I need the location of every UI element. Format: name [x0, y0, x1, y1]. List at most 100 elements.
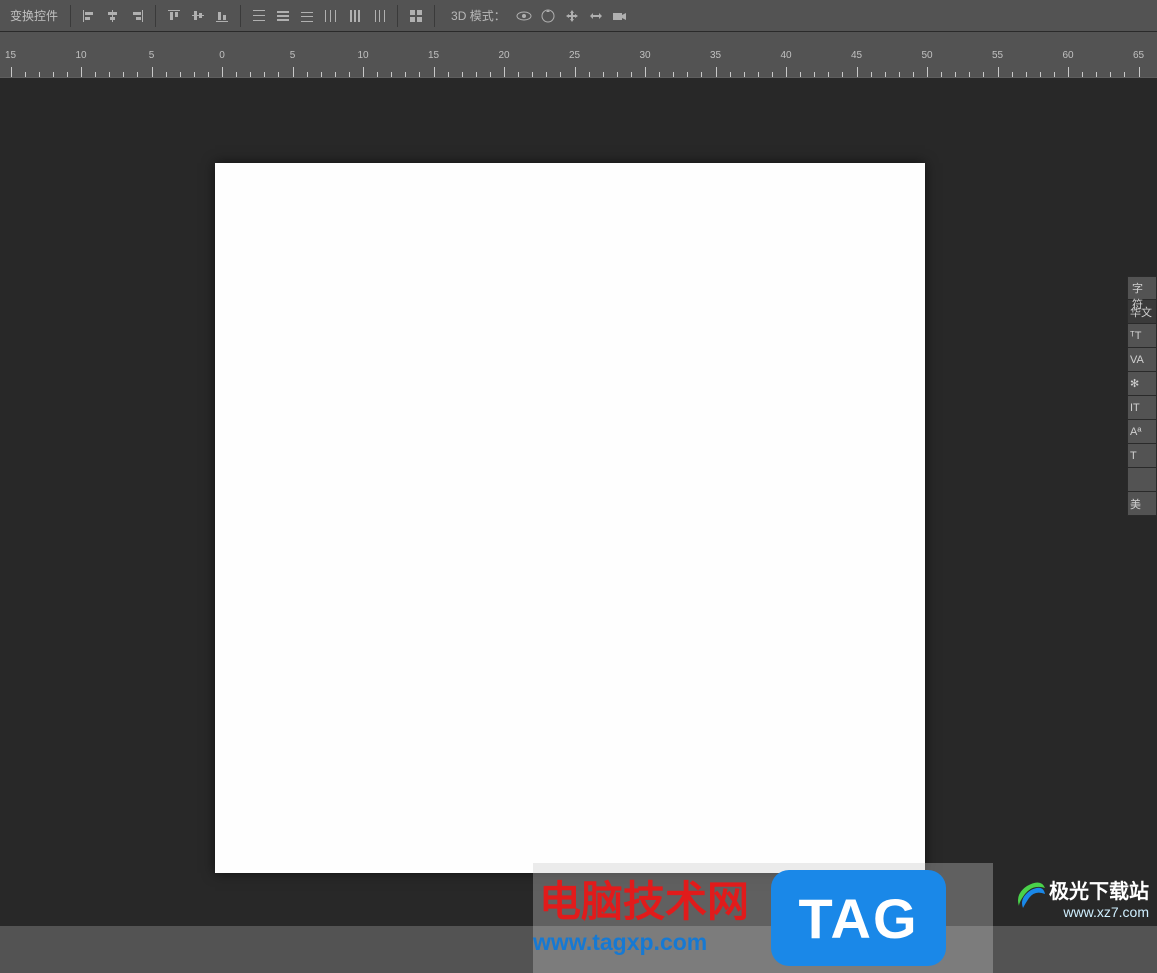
ruler-tick-minor: [871, 72, 872, 77]
ruler-tick-minor: [899, 72, 900, 77]
watermark-main-url: www.tagxp.com: [533, 929, 749, 956]
ruler-tick-minor: [955, 72, 956, 77]
align-horizontal-centers-icon[interactable]: [101, 4, 125, 28]
kerning-icon: VA: [1130, 354, 1146, 366]
ruler-tick-minor: [180, 72, 181, 77]
distribute-right-icon[interactable]: [367, 4, 391, 28]
font-family-value: 华文: [1130, 304, 1152, 320]
ruler-tick-minor: [1096, 72, 1097, 77]
align-vertical-centers-icon[interactable]: [186, 4, 210, 28]
ruler-tick-minor: [1026, 72, 1027, 77]
ruler-number: 65: [1133, 50, 1144, 61]
align-right-edges-icon[interactable]: [125, 4, 149, 28]
3d-mode-label: 3D 模式：: [441, 7, 512, 24]
ruler-number: 25: [569, 50, 580, 61]
ruler-number: 60: [1062, 50, 1073, 61]
vertical-scale-icon: IT: [1130, 402, 1142, 414]
ruler-tick-major: [434, 67, 435, 77]
ruler-tick-minor: [842, 72, 843, 77]
ruler-tick-minor: [1082, 72, 1083, 77]
font-size-icon: ᵀT: [1130, 330, 1143, 342]
ruler-number: 10: [75, 50, 86, 61]
separator: [434, 5, 435, 27]
ruler-tick-minor: [983, 72, 984, 77]
3d-orbit-icon[interactable]: [512, 4, 536, 28]
ruler-tick-minor: [772, 72, 773, 77]
ruler-tick-minor: [405, 72, 406, 77]
language-field[interactable]: 美: [1128, 491, 1156, 515]
ruler-tick-major: [645, 67, 646, 77]
ruler-tick-minor: [969, 72, 970, 77]
character-panel[interactable]: 字符 华文 ᵀT VA ✻ IT Aª T 美: [1127, 276, 1157, 516]
ruler-tick-major: [504, 67, 505, 77]
ruler-tick-minor: [617, 72, 618, 77]
watermark-tag-text: TAG: [798, 886, 918, 951]
distribute-vertical-centers-icon[interactable]: [271, 4, 295, 28]
ruler-number: 35: [710, 50, 721, 61]
ruler-tick-minor: [631, 72, 632, 77]
ruler-tick-minor: [814, 72, 815, 77]
ruler-tick-major: [222, 67, 223, 77]
corner-watermark-text: 极光下载站: [1049, 875, 1149, 904]
character-tab[interactable]: 字符: [1128, 277, 1156, 299]
distribute-horizontal-centers-icon[interactable]: [343, 4, 367, 28]
ruler-tick-minor: [560, 72, 561, 77]
scale-field[interactable]: ✻: [1128, 371, 1156, 395]
ruler-tick-minor: [490, 72, 491, 77]
workspace-area: 字符 华文 ᵀT VA ✻ IT Aª T 美 电脑技术网 www.tagxp.…: [0, 78, 1157, 926]
ruler-tick-minor: [264, 72, 265, 77]
align-bottom-edges-icon[interactable]: [210, 4, 234, 28]
ruler-tick-major: [857, 67, 858, 77]
options-toolbar: 变换控件 3D 模式：: [0, 0, 1157, 32]
ruler-tick-minor: [67, 72, 68, 77]
ruler-tick-minor: [518, 72, 519, 77]
canvas[interactable]: [215, 163, 925, 873]
3d-pan-icon[interactable]: [560, 4, 584, 28]
3d-roll-icon[interactable]: [536, 4, 560, 28]
ruler-tick-major: [716, 67, 717, 77]
ruler-tick-minor: [307, 72, 308, 77]
ruler-tick-minor: [462, 72, 463, 77]
ruler-tick-minor: [828, 72, 829, 77]
ruler-tick-minor: [1040, 72, 1041, 77]
auto-align-icon[interactable]: [404, 4, 428, 28]
distribute-bottom-icon[interactable]: [295, 4, 319, 28]
font-family-field[interactable]: 华文: [1128, 299, 1156, 323]
align-left-edges-icon[interactable]: [77, 4, 101, 28]
ruler-tick-minor: [321, 72, 322, 77]
ruler-tick-major: [1139, 67, 1140, 77]
ruler-tick-minor: [659, 72, 660, 77]
ruler-tick-minor: [589, 72, 590, 77]
vertical-scale-field[interactable]: IT: [1128, 395, 1156, 419]
ruler-tick-minor: [109, 72, 110, 77]
baseline-field[interactable]: Aª: [1128, 419, 1156, 443]
3d-camera-icon[interactable]: [608, 4, 632, 28]
scale-icon: ✻: [1130, 377, 1141, 390]
ruler-tick-minor: [39, 72, 40, 77]
separator: [155, 5, 156, 27]
ruler-number: 50: [921, 50, 932, 61]
ruler-tick-major: [786, 67, 787, 77]
ruler-tick-minor: [419, 72, 420, 77]
ruler-tick-major: [81, 67, 82, 77]
color-field[interactable]: T: [1128, 443, 1156, 467]
style-field[interactable]: [1128, 467, 1156, 491]
font-size-field[interactable]: ᵀT: [1128, 323, 1156, 347]
distribute-top-icon[interactable]: [247, 4, 271, 28]
ruler-number: 0: [219, 50, 225, 61]
3d-slide-icon[interactable]: [584, 4, 608, 28]
horizontal-ruler[interactable]: 1510505101520253035404550556065: [0, 48, 1157, 78]
ruler-tick-minor: [687, 72, 688, 77]
ruler-tick-minor: [123, 72, 124, 77]
ruler-tick-minor: [885, 72, 886, 77]
ruler-tick-minor: [758, 72, 759, 77]
watermark-bar: 电脑技术网 www.tagxp.com TAG: [533, 863, 993, 973]
ruler-tick-minor: [250, 72, 251, 77]
ruler-tick-major: [363, 67, 364, 77]
distribute-left-icon[interactable]: [319, 4, 343, 28]
ruler-tick-major: [575, 67, 576, 77]
kerning-field[interactable]: VA: [1128, 347, 1156, 371]
ruler-tick-minor: [194, 72, 195, 77]
ruler-tick-minor: [278, 72, 279, 77]
align-top-edges-icon[interactable]: [162, 4, 186, 28]
